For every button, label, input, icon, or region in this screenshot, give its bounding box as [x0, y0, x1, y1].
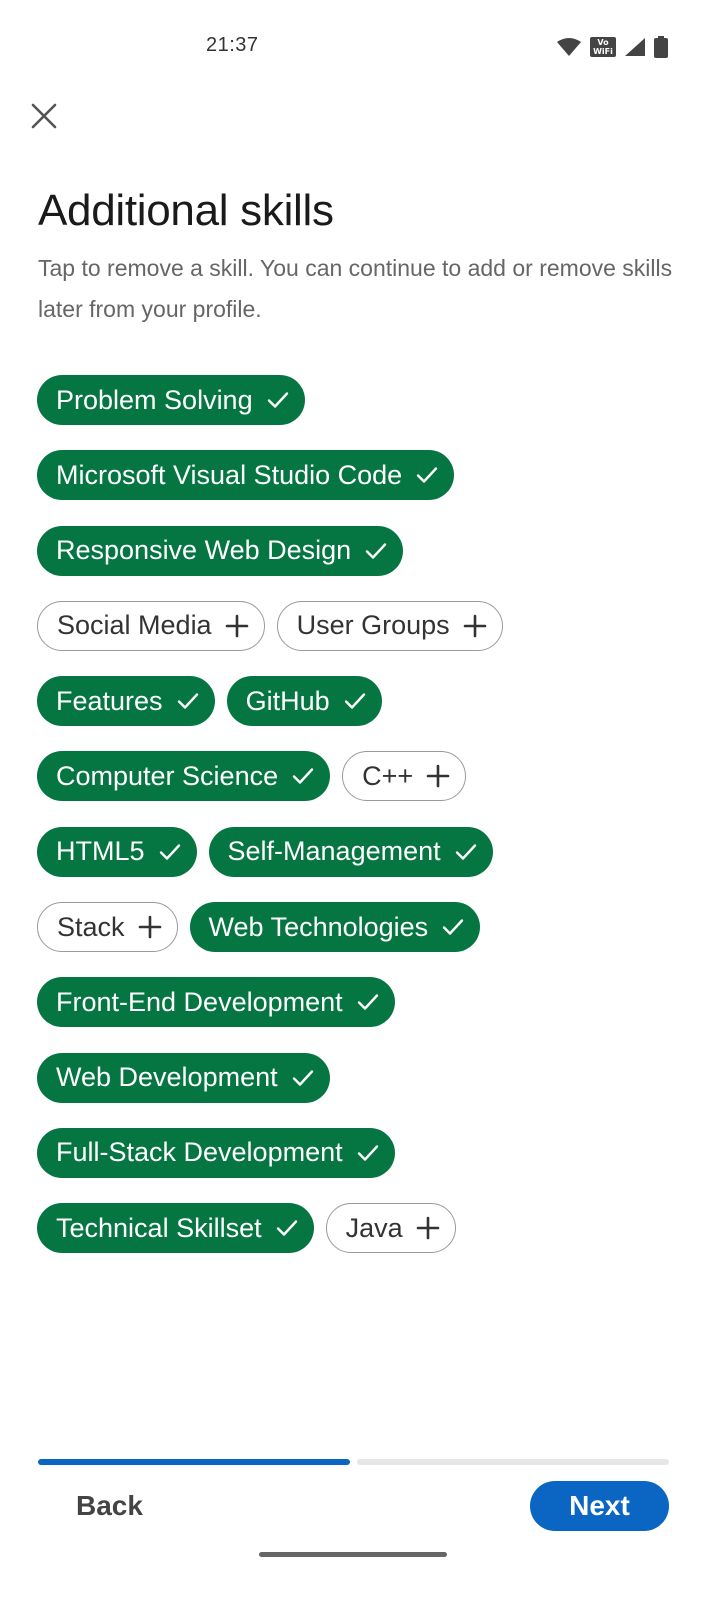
checkmark-icon [290, 763, 316, 789]
skill-chip[interactable]: Java [325, 1203, 456, 1254]
skill-chip[interactable]: Responsive Web Design [37, 525, 404, 576]
checkmark-icon [342, 688, 368, 714]
skill-chip[interactable]: Full-Stack Development [37, 1127, 395, 1178]
back-button[interactable]: Back [60, 1482, 159, 1530]
skill-chip-label: Computer Science [56, 760, 279, 791]
skill-chip-label: Web Development [56, 1062, 278, 1093]
skill-chip-label: GitHub [245, 685, 330, 716]
progress-segment [38, 1459, 350, 1465]
chip-row: Computer Science C++ [37, 751, 687, 802]
skill-chip[interactable]: Stack [37, 902, 178, 953]
plus-icon [224, 613, 250, 639]
checkmark-icon [265, 387, 291, 413]
skill-chip-label: Stack [57, 911, 125, 942]
skill-chip-label: User Groups [296, 610, 450, 641]
chip-row: HTML5 Self-Management [37, 826, 687, 877]
skill-chip-label: Problem Solving [56, 384, 253, 415]
skill-chip-label: Features [56, 685, 163, 716]
skill-chip-label: Front-End Development [56, 986, 343, 1017]
vowifi-icon: Vo WiFi [590, 37, 616, 57]
battery-icon [654, 36, 668, 58]
skill-chip-label: C++ [362, 760, 414, 791]
close-icon [30, 102, 58, 135]
checkmark-icon [440, 914, 466, 940]
page-subtitle: Tap to remove a skill. You can continue … [38, 255, 673, 322]
skill-chip-label: Social Media [57, 610, 212, 641]
checkmark-icon [157, 839, 183, 865]
next-button[interactable]: Next [530, 1481, 669, 1531]
skill-chip-label: Self-Management [227, 836, 441, 867]
progress-indicator [38, 1459, 669, 1465]
plus-icon [415, 1215, 441, 1241]
chip-row: Features GitHub [37, 676, 687, 727]
chip-row: Stack Web Technologies [37, 902, 687, 953]
plus-icon [462, 613, 488, 639]
skill-chip-label: HTML5 [56, 836, 145, 867]
skill-chip[interactable]: Problem Solving [37, 375, 305, 425]
skill-chip-label: Java [345, 1212, 403, 1243]
home-indicator[interactable] [259, 1552, 447, 1557]
chip-row: Full-Stack Development [37, 1127, 687, 1178]
chip-row: Microsoft Visual Studio Code [37, 450, 687, 501]
cellular-signal-icon [624, 37, 646, 57]
skill-chip[interactable]: Social Media [37, 600, 265, 651]
page-title: Additional skills [38, 186, 334, 235]
plus-icon [425, 763, 451, 789]
chip-row: Problem Solving [37, 375, 687, 425]
skill-chip[interactable]: Web Development [37, 1052, 330, 1103]
checkmark-icon [274, 1215, 300, 1241]
skill-chip-label: Responsive Web Design [56, 535, 352, 566]
checkmark-icon [363, 538, 389, 564]
chip-row: Web Development [37, 1052, 687, 1103]
skill-chip[interactable]: Computer Science [37, 751, 331, 802]
skill-chip-label: Full-Stack Development [56, 1137, 343, 1168]
checkmark-icon [355, 989, 381, 1015]
chip-row: Responsive Web Design [37, 525, 687, 576]
chip-row: Technical Skillset Java [37, 1203, 687, 1254]
skill-chip[interactable]: HTML5 [37, 826, 197, 877]
skill-chip-label: Web Technologies [208, 911, 429, 942]
skill-chip[interactable]: Self-Management [208, 826, 493, 877]
checkmark-icon [290, 1065, 316, 1091]
skill-chip[interactable]: C++ [342, 751, 467, 802]
status-icons: Vo WiFi [556, 36, 668, 58]
progress-segment [357, 1459, 669, 1465]
checkmark-icon [453, 839, 479, 865]
skill-chip[interactable]: Features [37, 676, 215, 727]
skill-chip[interactable]: GitHub [226, 676, 382, 727]
chip-row: Social Media User Groups [37, 600, 687, 651]
skill-chip[interactable]: Web Technologies [189, 902, 481, 953]
skill-chip[interactable]: User Groups [276, 600, 503, 651]
plus-icon [137, 914, 163, 940]
skill-chip[interactable]: Technical Skillset [37, 1203, 314, 1254]
checkmark-icon [414, 462, 440, 488]
checkmark-icon [175, 688, 201, 714]
skill-chip-label: Microsoft Visual Studio Code [56, 459, 403, 490]
close-button[interactable] [26, 100, 62, 136]
checkmark-icon [355, 1140, 381, 1166]
status-bar: 21:37 Vo WiFi [0, 0, 720, 96]
skill-chip[interactable]: Microsoft Visual Studio Code [37, 450, 455, 501]
skill-chip-label: Technical Skillset [56, 1212, 262, 1243]
skills-chip-list: Problem Solving Microsoft Visual Studio C… [37, 375, 687, 1279]
status-time: 21:37 [206, 34, 259, 56]
chip-row: Front-End Development [37, 977, 687, 1028]
skill-chip[interactable]: Front-End Development [37, 977, 395, 1028]
wifi-icon [556, 37, 582, 57]
